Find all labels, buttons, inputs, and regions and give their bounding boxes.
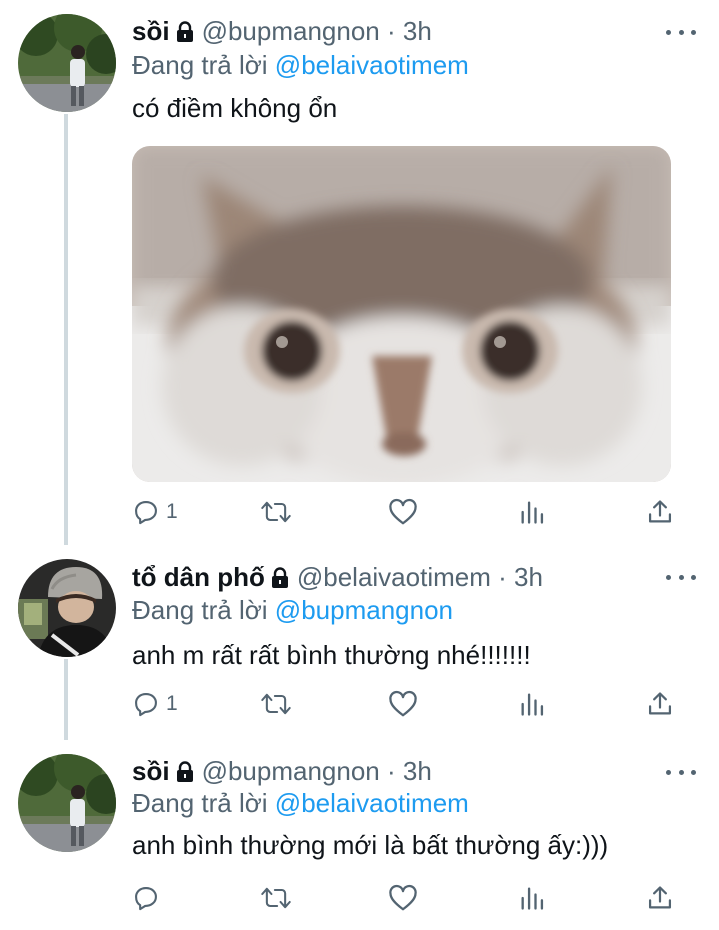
mention-link[interactable]: @bupmangnon <box>275 595 453 625</box>
tweet-actions <box>132 884 680 918</box>
retweet-button[interactable] <box>260 498 292 526</box>
username[interactable]: @bupmangnon <box>202 756 380 786</box>
reply-button[interactable]: 1 <box>132 690 178 718</box>
reply-button[interactable] <box>132 884 166 912</box>
tweet[interactable]: sồi @bupmangnon · 3h Đang trả lời @belaiv… <box>0 740 719 930</box>
share-icon <box>646 498 674 526</box>
username[interactable]: @belaivaotimem <box>297 562 491 592</box>
separator-dot: · <box>387 16 396 46</box>
share-button[interactable] <box>646 498 674 526</box>
like-button[interactable] <box>388 498 418 526</box>
thread-line <box>64 114 68 545</box>
retweet-icon <box>260 884 292 912</box>
share-icon <box>646 690 674 718</box>
tweet[interactable]: sồi @bupmangnon · 3h Đang trả lời @belaiv… <box>0 0 719 545</box>
avatar[interactable] <box>18 14 116 112</box>
like-button[interactable] <box>388 884 418 912</box>
replying-to: Đang trả lời @bupmangnon <box>132 595 453 625</box>
heart-icon <box>388 690 418 718</box>
lock-icon <box>174 19 196 49</box>
replying-label: Đang trả lời <box>132 50 268 80</box>
replying-label: Đang trả lời <box>132 595 268 625</box>
tweet-text: anh m rất rất bình thường nhé!!!!!!! <box>132 640 531 670</box>
tweet-actions: 1 <box>132 690 680 724</box>
heart-icon <box>388 498 418 526</box>
tweet-header: sồi @bupmangnon · 3h <box>132 756 432 789</box>
analytics-button[interactable] <box>518 498 546 526</box>
display-name[interactable]: sồi <box>132 756 170 786</box>
replying-label: Đang trả lời <box>132 788 268 818</box>
reply-icon <box>132 690 160 718</box>
timestamp[interactable]: 3h <box>514 562 543 592</box>
more-icon[interactable] <box>666 567 696 587</box>
mention-link[interactable]: @belaivaotimem <box>275 50 469 80</box>
separator-dot: · <box>498 562 507 592</box>
tweet-text: có điềm không ổn <box>132 93 338 123</box>
like-button[interactable] <box>388 690 418 718</box>
separator-dot: · <box>387 756 396 786</box>
reply-count: 1 <box>166 692 178 715</box>
share-icon <box>646 884 674 912</box>
tweet-header: tổ dân phố @belaivaotimem · 3h <box>132 562 543 595</box>
timestamp[interactable]: 3h <box>403 756 432 786</box>
lock-icon <box>269 565 291 595</box>
more-icon[interactable] <box>666 22 696 42</box>
analytics-button[interactable] <box>518 690 546 718</box>
tweet-actions: 1 <box>132 498 680 532</box>
heart-icon <box>388 884 418 912</box>
reply-icon <box>132 498 160 526</box>
username[interactable]: @bupmangnon <box>202 16 380 46</box>
analytics-button[interactable] <box>518 884 546 912</box>
retweet-icon <box>260 690 292 718</box>
display-name[interactable]: sồi <box>132 16 170 46</box>
lock-icon <box>174 759 196 789</box>
avatar[interactable] <box>18 559 116 657</box>
timestamp[interactable]: 3h <box>403 16 432 46</box>
reply-button[interactable]: 1 <box>132 498 178 526</box>
tweet[interactable]: tổ dân phố @belaivaotimem · 3h Đang trả l… <box>0 545 719 740</box>
retweet-icon <box>260 498 292 526</box>
share-button[interactable] <box>646 690 674 718</box>
replying-to: Đang trả lời @belaivaotimem <box>132 50 469 80</box>
display-name[interactable]: tổ dân phố <box>132 562 265 592</box>
share-button[interactable] <box>646 884 674 912</box>
more-icon[interactable] <box>666 762 696 782</box>
tweet-header: sồi @bupmangnon · 3h <box>132 16 432 49</box>
analytics-icon <box>518 690 546 718</box>
avatar[interactable] <box>18 754 116 852</box>
retweet-button[interactable] <box>260 690 292 718</box>
reply-count: 1 <box>166 500 178 523</box>
retweet-button[interactable] <box>260 884 292 912</box>
analytics-icon <box>518 498 546 526</box>
mention-link[interactable]: @belaivaotimem <box>275 788 469 818</box>
tweet-image[interactable] <box>132 146 671 482</box>
reply-icon <box>132 884 160 912</box>
tweet-text: anh bình thường mới là bất thường ấy:))) <box>132 830 609 860</box>
analytics-icon <box>518 884 546 912</box>
thread-line <box>64 659 68 740</box>
replying-to: Đang trả lời @belaivaotimem <box>132 788 469 818</box>
